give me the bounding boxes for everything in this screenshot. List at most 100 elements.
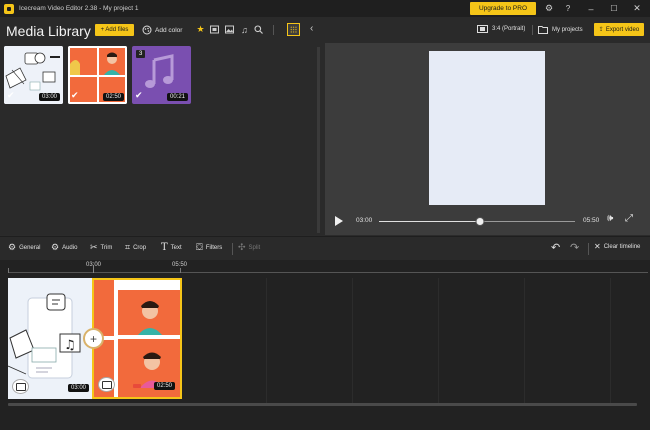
- seek-handle[interactable]: [475, 217, 485, 226]
- clear-timeline-button[interactable]: ✕ Clear timeline: [594, 242, 640, 251]
- redo-icon[interactable]: ↷: [570, 241, 579, 254]
- star-icon[interactable]: ★: [195, 24, 206, 35]
- seek-bar[interactable]: [379, 217, 575, 226]
- crop-icon: ⌗: [125, 242, 131, 252]
- ruler-tick: [8, 268, 9, 273]
- filters-icon: ⛋: [196, 242, 203, 252]
- palette-icon: [142, 25, 152, 35]
- general-tool[interactable]: ⚙ General: [8, 242, 40, 253]
- grid-line: [610, 278, 611, 404]
- audio-tool[interactable]: ⚙ Audio: [51, 242, 77, 253]
- crop-tool[interactable]: ⌗ Crop: [125, 242, 146, 253]
- trim-tool[interactable]: ✂ Trim: [90, 242, 112, 253]
- export-icon: ⇪: [598, 27, 604, 33]
- media-library-header: Media Library + Add files Add color ★ ♫ …: [0, 17, 325, 45]
- clear-timeline-label: Clear timeline: [603, 243, 641, 250]
- ruler-tick: [180, 268, 181, 273]
- audio-label: Audio: [62, 244, 78, 251]
- folder-icon: [538, 26, 548, 34]
- grid-line: [352, 278, 353, 404]
- divider: [532, 25, 533, 35]
- check-icon: ✔: [135, 90, 143, 100]
- text-label: Text: [170, 244, 182, 251]
- svg-text:♫: ♫: [64, 338, 76, 353]
- playhead[interactable]: [93, 265, 94, 273]
- search-icon[interactable]: [253, 24, 264, 35]
- current-time: 03:00: [356, 217, 373, 224]
- divider: [588, 243, 589, 255]
- minimize-icon[interactable]: –: [583, 0, 599, 17]
- preview-stage: [325, 43, 650, 208]
- transition-icon[interactable]: [12, 379, 29, 394]
- split-icon: ✣: [238, 242, 246, 252]
- timeline-clip-selected[interactable]: 02:50: [92, 278, 182, 399]
- timeline-clip[interactable]: ♫ 03:00: [8, 278, 94, 399]
- add-color-label: Add color: [155, 26, 183, 34]
- text-icon: T: [161, 242, 168, 253]
- add-color-button[interactable]: Add color: [142, 24, 182, 36]
- media-duration: 03:00: [38, 93, 60, 101]
- trim-label: Trim: [100, 244, 113, 251]
- aspect-ratio-label: 3:4 (Portrait): [492, 26, 526, 32]
- check-icon: ✔: [7, 90, 15, 100]
- player-controls: 03:00 05:50 🕪 ⤢: [325, 208, 650, 235]
- split-label: Split: [248, 244, 261, 251]
- ruler-line: [8, 272, 648, 273]
- window-title: Icecream Video Editor 2.38 - My project …: [19, 5, 139, 12]
- media-item[interactable]: ✔ 02:50: [68, 46, 127, 104]
- media-duration: 00:21: [166, 93, 188, 101]
- volume-icon[interactable]: 🕪: [607, 213, 613, 224]
- export-video-button[interactable]: ⇪ Export video: [594, 23, 644, 36]
- image-icon[interactable]: [224, 24, 235, 35]
- timeline-ruler: 03:00 05:50: [0, 260, 650, 278]
- music-icon[interactable]: ♫: [239, 24, 250, 35]
- editing-toolbar: ⚙ General ⚙ Audio ✂ Trim ⌗ Crop T Text ⛋ Filte…: [0, 236, 650, 260]
- my-projects-label: My projects: [552, 26, 583, 33]
- media-library-panel: Media Library + Add files Add color ★ ♫ …: [0, 17, 325, 235]
- grid-view-button[interactable]: [287, 23, 300, 36]
- aspect-ratio-button[interactable]: 3:4 (Portrait): [477, 25, 525, 33]
- close-icon: ✕: [594, 242, 601, 251]
- audio-settings-icon: ⚙: [51, 242, 60, 252]
- media-item[interactable]: 3 ✔ 00:21: [132, 46, 191, 104]
- fullscreen-icon[interactable]: ⤢: [625, 213, 633, 224]
- video-icon[interactable]: [209, 24, 220, 35]
- title-bar: Icecream Video Editor 2.38 - My project …: [0, 0, 650, 17]
- grid-line: [266, 278, 267, 404]
- my-projects-button[interactable]: My projects: [538, 25, 583, 34]
- add-transition-button[interactable]: +: [83, 328, 104, 349]
- split-tool[interactable]: ✣ Split: [238, 242, 260, 253]
- gear-icon: ⚙: [8, 242, 17, 252]
- help-icon[interactable]: ?: [560, 0, 576, 17]
- upgrade-button[interactable]: Upgrade to PRO: [470, 2, 536, 15]
- total-time: 05:50: [583, 217, 600, 224]
- crop-label: Crop: [133, 244, 147, 251]
- maximize-icon[interactable]: ☐: [606, 0, 622, 17]
- add-files-button[interactable]: + Add files: [95, 24, 134, 36]
- scissors-icon: ✂: [90, 242, 98, 252]
- seek-fill: [379, 221, 480, 222]
- chevron-left-icon[interactable]: ‹: [310, 23, 313, 34]
- text-tool[interactable]: T Text: [161, 242, 182, 253]
- grid-line: [524, 278, 525, 404]
- app-logo-icon: [4, 3, 14, 14]
- grid-line: [438, 278, 439, 404]
- timeline-scrollbar[interactable]: [8, 403, 637, 406]
- filters-label: Filters: [205, 244, 223, 251]
- preview-canvas: [429, 51, 545, 205]
- plus-icon: +: [89, 331, 97, 346]
- media-scrollbar[interactable]: [317, 47, 320, 233]
- gear-icon[interactable]: ⚙: [541, 0, 557, 17]
- media-item[interactable]: ✔ 03:00: [4, 46, 63, 104]
- play-icon[interactable]: [335, 216, 343, 226]
- media-duration: 02:50: [102, 93, 124, 101]
- check-icon: ✔: [71, 90, 79, 100]
- undo-icon[interactable]: ↶: [551, 241, 560, 254]
- clip-duration: 03:00: [67, 384, 89, 392]
- filters-tool[interactable]: ⛋ Filters: [196, 242, 222, 253]
- preview-header: 3:4 (Portrait) My projects ⇪ Export vide…: [325, 17, 650, 43]
- transition-icon[interactable]: [98, 377, 115, 392]
- preview-panel: 3:4 (Portrait) My projects ⇪ Export vide…: [325, 17, 650, 235]
- close-icon[interactable]: ✕: [629, 0, 645, 17]
- film-icon: [477, 25, 488, 33]
